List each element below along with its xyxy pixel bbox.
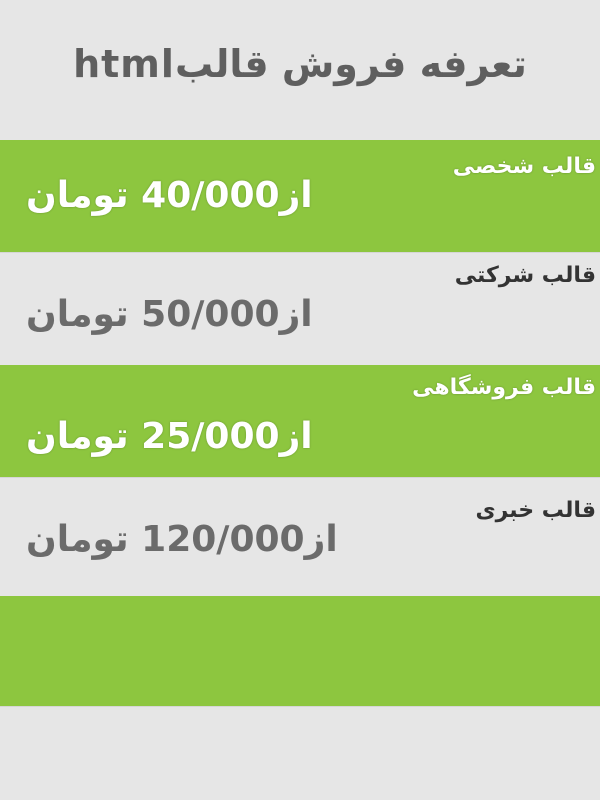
- page-title: تعرفه فروش قالبhtml: [73, 42, 527, 86]
- plan-price: از40/000 تومان: [26, 175, 313, 216]
- plan-price: از25/000 تومان: [26, 416, 313, 457]
- page-header: تعرفه فروش قالبhtml: [0, 0, 600, 140]
- plan-row-corporate: قالب شرکتی از50/000 تومان: [0, 252, 600, 366]
- plan-row-personal: قالب شخصی از40/000 تومان: [0, 140, 600, 252]
- plan-name: قالب شخصی: [452, 154, 596, 179]
- plan-row-news: قالب خبری از120/000 تومان: [0, 477, 600, 597]
- plan-row-shop: قالب فروشگاهی از25/000 تومان: [0, 365, 600, 477]
- plan-price: از120/000 تومان: [26, 519, 338, 560]
- plan-price: از50/000 تومان: [26, 294, 313, 335]
- plan-name: قالب شرکتی: [454, 263, 596, 288]
- pricing-page: تعرفه فروش قالبhtml قالب شخصی از40/000 ت…: [0, 0, 600, 800]
- plan-name: قالب خبری: [475, 498, 596, 523]
- empty-gray-band: [0, 706, 600, 800]
- empty-green-band: [0, 596, 600, 706]
- plan-name: قالب فروشگاهی: [412, 375, 596, 400]
